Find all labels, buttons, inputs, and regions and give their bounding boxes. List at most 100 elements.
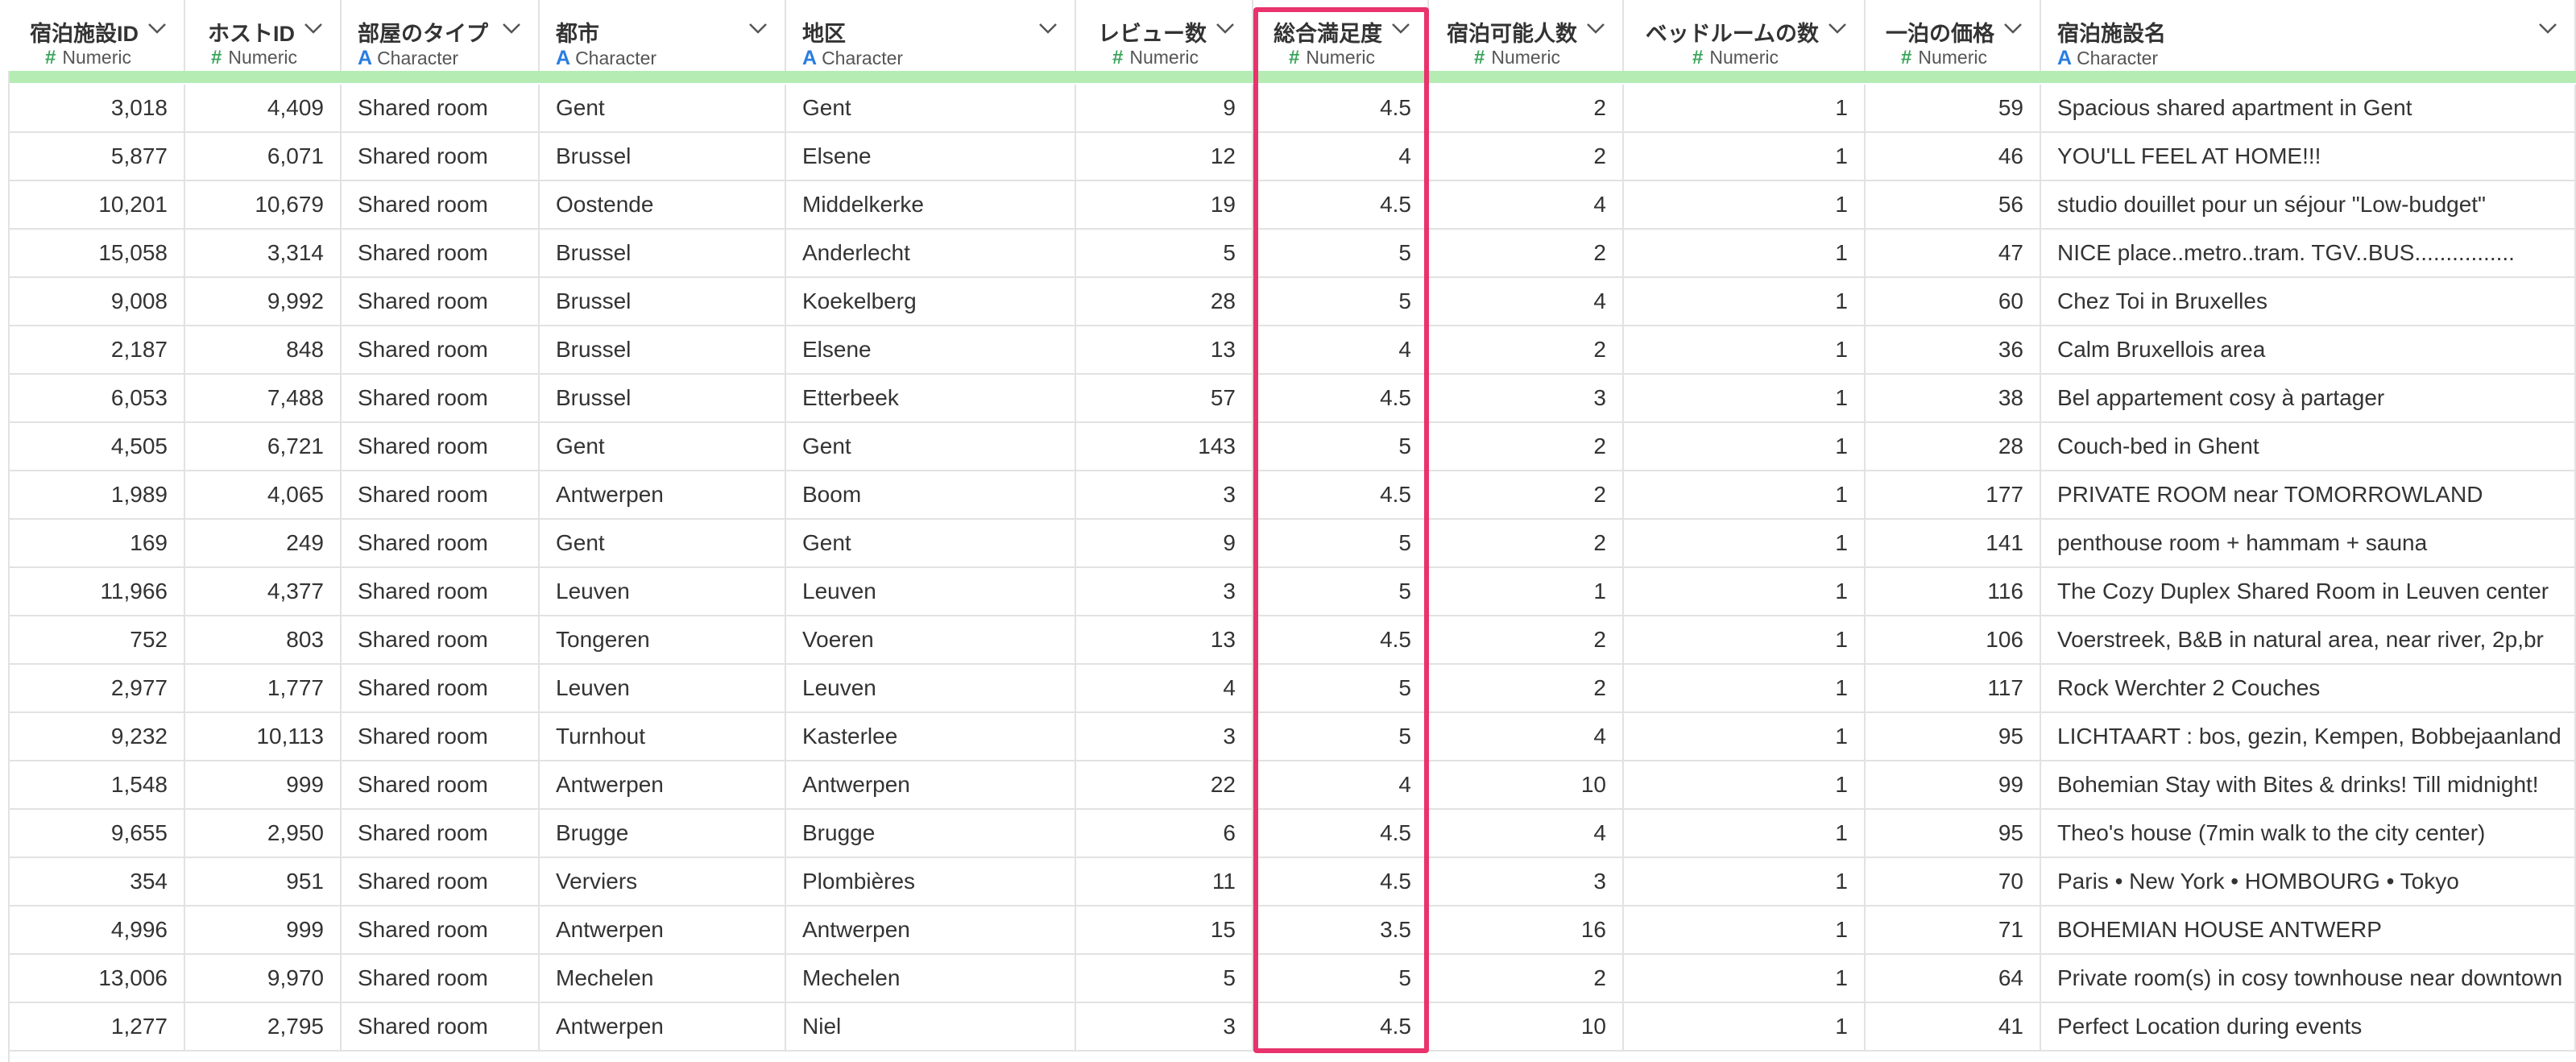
table-cell[interactable]: 117 bbox=[1866, 665, 2041, 711]
table-cell[interactable]: 4,409 bbox=[185, 85, 342, 131]
table-cell[interactable]: 803 bbox=[185, 616, 342, 663]
table-cell[interactable]: 7,488 bbox=[185, 375, 342, 421]
table-cell[interactable]: Elsene bbox=[786, 326, 1076, 373]
table-cell[interactable]: Shared room bbox=[342, 520, 540, 566]
table-cell[interactable]: 5 bbox=[1253, 423, 1429, 470]
table-cell[interactable]: 4.5 bbox=[1253, 810, 1429, 857]
table-cell[interactable]: 3 bbox=[1076, 713, 1253, 760]
column-header-6[interactable]: 総合満足度 # Numeric bbox=[1253, 0, 1429, 71]
table-cell[interactable]: 2,187 bbox=[10, 326, 185, 373]
table-cell[interactable]: Boom bbox=[786, 471, 1076, 518]
table-cell[interactable]: 4.5 bbox=[1253, 858, 1429, 905]
table-row[interactable]: 13,006 9,970 Shared room Mechelen Mechelen 5 5… bbox=[10, 955, 2576, 1003]
table-cell[interactable]: 3,018 bbox=[10, 85, 185, 131]
table-cell[interactable]: 9,008 bbox=[10, 278, 185, 325]
table-cell[interactable]: 6,721 bbox=[185, 423, 342, 470]
table-cell[interactable]: 46 bbox=[1866, 133, 2041, 180]
table-cell[interactable]: 4,065 bbox=[185, 471, 342, 518]
chevron-down-icon[interactable] bbox=[1390, 21, 1411, 35]
table-cell[interactable]: 38 bbox=[1866, 375, 2041, 421]
table-cell[interactable]: 2 bbox=[1429, 520, 1624, 566]
table-cell[interactable]: 6 bbox=[1076, 810, 1253, 857]
table-cell[interactable]: 354 bbox=[10, 858, 185, 905]
table-cell[interactable]: 1 bbox=[1624, 955, 1866, 1002]
table-cell[interactable]: Voerstreek, B&B in natural area, near ri… bbox=[2041, 616, 2576, 663]
table-cell[interactable]: 9,232 bbox=[10, 713, 185, 760]
table-cell[interactable]: Shared room bbox=[342, 85, 540, 131]
table-cell[interactable]: 1,777 bbox=[185, 665, 342, 711]
table-cell[interactable]: 3 bbox=[1429, 858, 1624, 905]
table-cell[interactable]: 6,071 bbox=[185, 133, 342, 180]
table-row[interactable]: 11,966 4,377 Shared room Leuven Leuven 3 5 1 1 11… bbox=[10, 568, 2576, 616]
table-cell[interactable]: Brussel bbox=[540, 133, 786, 180]
column-header-0[interactable]: 宿泊施設ID # Numeric bbox=[10, 0, 185, 71]
table-cell[interactable]: 4,505 bbox=[10, 423, 185, 470]
table-cell[interactable]: 13 bbox=[1076, 326, 1253, 373]
table-cell[interactable]: Leuven bbox=[786, 665, 1076, 711]
chevron-down-icon[interactable] bbox=[2537, 21, 2558, 35]
table-cell[interactable]: 2,795 bbox=[185, 1003, 342, 1050]
table-cell[interactable]: 1 bbox=[1624, 133, 1866, 180]
table-cell[interactable]: 249 bbox=[185, 520, 342, 566]
table-cell[interactable]: 4 bbox=[1253, 133, 1429, 180]
table-row[interactable]: 4,996 999 Shared room Antwerpen Antwerpen 15 3… bbox=[10, 906, 2576, 955]
table-cell[interactable]: Brussel bbox=[540, 278, 786, 325]
table-cell[interactable]: 2 bbox=[1429, 955, 1624, 1002]
table-cell[interactable]: Shared room bbox=[342, 858, 540, 905]
table-cell[interactable]: 36 bbox=[1866, 326, 2041, 373]
table-cell[interactable]: 1 bbox=[1624, 906, 1866, 953]
table-cell[interactable]: Shared room bbox=[342, 133, 540, 180]
table-cell[interactable]: Voeren bbox=[786, 616, 1076, 663]
table-cell[interactable]: Spacious shared apartment in Gent bbox=[2041, 85, 2576, 131]
table-cell[interactable]: 1 bbox=[1624, 665, 1866, 711]
table-cell[interactable]: Gent bbox=[786, 423, 1076, 470]
chevron-down-icon[interactable] bbox=[303, 21, 324, 35]
table-row[interactable]: 3,018 4,409 Shared room Gent Gent 9 4.5 2 1 59 Spa… bbox=[10, 85, 2576, 133]
table-cell[interactable]: 4.5 bbox=[1253, 181, 1429, 228]
table-cell[interactable]: Gent bbox=[540, 520, 786, 566]
table-cell[interactable]: 70 bbox=[1866, 858, 2041, 905]
table-cell[interactable]: 1 bbox=[1624, 230, 1866, 276]
table-cell[interactable]: Shared room bbox=[342, 375, 540, 421]
table-cell[interactable]: 2,977 bbox=[10, 665, 185, 711]
table-cell[interactable]: Shared room bbox=[342, 906, 540, 953]
table-cell[interactable]: 752 bbox=[10, 616, 185, 663]
table-cell[interactable]: Gent bbox=[540, 423, 786, 470]
chevron-down-icon[interactable] bbox=[1037, 21, 1058, 35]
table-cell[interactable]: Leuven bbox=[786, 568, 1076, 615]
table-cell[interactable]: 106 bbox=[1866, 616, 2041, 663]
table-cell[interactable]: 5 bbox=[1253, 568, 1429, 615]
table-cell[interactable]: Kasterlee bbox=[786, 713, 1076, 760]
chevron-down-icon[interactable] bbox=[748, 21, 768, 35]
table-cell[interactable]: 4,996 bbox=[10, 906, 185, 953]
table-cell[interactable]: 3 bbox=[1076, 568, 1253, 615]
table-cell[interactable]: 1 bbox=[1624, 616, 1866, 663]
table-cell[interactable]: 95 bbox=[1866, 713, 2041, 760]
chevron-down-icon[interactable] bbox=[501, 21, 522, 35]
table-row[interactable]: 1,548 999 Shared room Antwerpen Antwerpen 22 4… bbox=[10, 761, 2576, 810]
table-cell[interactable]: Bohemian Stay with Bites & drinks! Till … bbox=[2041, 761, 2576, 808]
column-header-10[interactable]: 宿泊施設名 A Character bbox=[2041, 0, 2576, 71]
table-cell[interactable]: 15,058 bbox=[10, 230, 185, 276]
table-cell[interactable]: 116 bbox=[1866, 568, 2041, 615]
table-cell[interactable]: 28 bbox=[1866, 423, 2041, 470]
column-header-8[interactable]: ベッドルームの数 # Numeric bbox=[1624, 0, 1866, 71]
chevron-down-icon[interactable] bbox=[1585, 21, 1606, 35]
table-cell[interactable]: 169 bbox=[10, 520, 185, 566]
table-cell[interactable]: Antwerpen bbox=[540, 761, 786, 808]
table-cell[interactable]: Calm Bruxellois area bbox=[2041, 326, 2576, 373]
table-cell[interactable]: 4 bbox=[1429, 278, 1624, 325]
table-cell[interactable]: 4.5 bbox=[1253, 616, 1429, 663]
table-cell[interactable]: 4.5 bbox=[1253, 471, 1429, 518]
table-cell[interactable]: 10 bbox=[1429, 761, 1624, 808]
table-cell[interactable]: Turnhout bbox=[540, 713, 786, 760]
table-cell[interactable]: Private room(s) in cosy townhouse near d… bbox=[2041, 955, 2576, 1002]
table-cell[interactable]: 2 bbox=[1429, 616, 1624, 663]
table-cell[interactable]: 3.5 bbox=[1253, 906, 1429, 953]
table-cell[interactable]: Koekelberg bbox=[786, 278, 1076, 325]
table-cell[interactable]: 5 bbox=[1076, 955, 1253, 1002]
table-cell[interactable]: 9,992 bbox=[185, 278, 342, 325]
table-cell[interactable]: 15 bbox=[1076, 906, 1253, 953]
column-header-2[interactable]: 部屋のタイプ A Character bbox=[342, 0, 540, 71]
table-cell[interactable]: 60 bbox=[1866, 278, 2041, 325]
